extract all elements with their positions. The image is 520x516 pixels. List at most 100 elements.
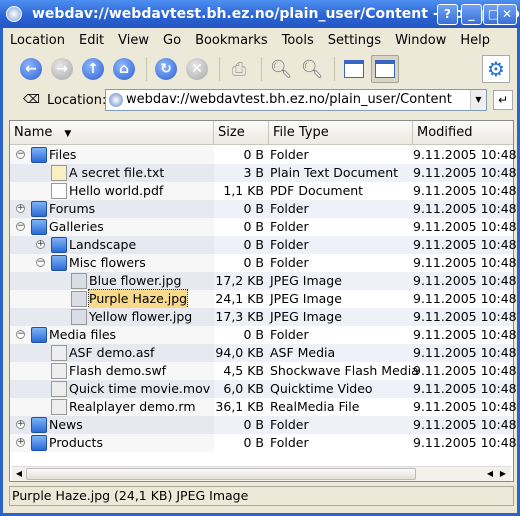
column-size[interactable]: Size xyxy=(214,121,269,144)
tree-view-button[interactable] xyxy=(371,55,399,83)
horizontal-scrollbar[interactable]: ◀ ◀ ▶ xyxy=(12,466,511,481)
file-name[interactable]: Files xyxy=(49,146,76,164)
location-value: webdav://webdavtest.bh.ez.no/plain_user/… xyxy=(126,92,452,107)
file-size: 24,1 KB xyxy=(215,291,264,306)
close-button[interactable]: ✕ xyxy=(497,4,517,25)
stop-button[interactable]: ✕ xyxy=(183,55,211,83)
sort-down-icon: ▼ xyxy=(64,129,72,139)
file-type: Folder xyxy=(270,237,309,252)
menu-bookmarks[interactable]: Bookmarks xyxy=(195,33,268,48)
home-button[interactable]: ⌂ xyxy=(110,55,138,83)
file-name[interactable]: A secret file.txt xyxy=(69,164,164,182)
clear-location-icon[interactable]: ⌫ xyxy=(23,92,40,106)
pdf-icon xyxy=(51,183,67,199)
forward-button[interactable]: → xyxy=(48,55,76,83)
menu-view[interactable]: View xyxy=(118,33,149,48)
go-button[interactable]: ↵ xyxy=(493,90,513,110)
file-type: JPEG Image xyxy=(270,309,342,324)
table-row[interactable]: + Products 0 B Folder 9.11.2005 10:48 xyxy=(10,434,517,452)
collapse-icon[interactable]: − xyxy=(36,258,45,267)
file-name[interactable]: Realplayer demo.rm xyxy=(69,398,196,416)
table-row[interactable]: − Misc flowers 0 B Folder 9.11.2005 10:48 xyxy=(10,254,517,272)
collapse-icon[interactable]: − xyxy=(16,150,25,159)
file-type: Quicktime Video xyxy=(270,381,373,396)
table-row[interactable]: − Files 0 B Folder 9.11.2005 10:48 xyxy=(10,146,517,164)
back-button[interactable]: ← xyxy=(17,55,45,83)
collapse-icon[interactable]: − xyxy=(16,330,25,339)
table-row[interactable]: + News 0 B Folder 9.11.2005 10:48 xyxy=(10,416,517,434)
file-name[interactable]: Quick time movie.mov xyxy=(69,380,210,398)
collapse-icon[interactable]: − xyxy=(16,222,25,231)
scrollbar-thumb[interactable] xyxy=(26,468,416,480)
minimize-button[interactable]: _ xyxy=(461,4,482,25)
table-row[interactable]: Hello world.pdf 1,1 KB PDF Document 9.11.20… xyxy=(10,182,517,200)
help-button[interactable]: ? xyxy=(437,4,458,25)
table-row[interactable]: Yellow flower.jpg 17,3 KB JPEG Image 9.11.2… xyxy=(10,308,517,326)
toolbar-separator xyxy=(334,57,335,81)
menu-help[interactable]: Help xyxy=(460,33,490,48)
file-name[interactable]: Landscape xyxy=(69,236,136,254)
zoom-in-button[interactable]: 🔍︎ xyxy=(267,55,295,83)
file-type: RealMedia File xyxy=(270,399,360,414)
location-dropdown-button[interactable]: ▼ xyxy=(470,90,486,110)
scroll-left-icon[interactable]: ◀ xyxy=(484,468,496,480)
menu-window[interactable]: Window xyxy=(395,33,446,48)
table-row[interactable]: Blue flower.jpg 17,2 KB JPEG Image 9.11.200… xyxy=(10,272,517,290)
file-size: 94,0 KB xyxy=(215,345,264,360)
file-name[interactable]: Blue flower.jpg xyxy=(89,272,181,290)
up-button[interactable]: ↑ xyxy=(79,55,107,83)
location-input[interactable]: webdav://webdavtest.bh.ez.no/plain_user/… xyxy=(105,89,487,111)
column-file-type[interactable]: File Type xyxy=(269,121,413,144)
title-bar: webdav://webdavtest.bh.ez.no/plain_user/… xyxy=(0,0,520,28)
table-row[interactable]: + Forums 0 B Folder 9.11.2005 10:48 xyxy=(10,200,517,218)
file-type: Folder xyxy=(270,435,309,450)
menu-go[interactable]: Go xyxy=(163,33,181,48)
expand-icon[interactable]: + xyxy=(16,420,25,429)
menu-location[interactable]: Location xyxy=(10,33,65,48)
file-name[interactable]: Products xyxy=(49,434,103,452)
file-type: Folder xyxy=(270,147,309,162)
column-name[interactable]: Name ▼ xyxy=(10,121,214,144)
file-type: Folder xyxy=(270,219,309,234)
file-modified: 9.11.2005 10:48 xyxy=(413,363,517,378)
table-row[interactable]: − Galleries 0 B Folder 9.11.2005 10:48 xyxy=(10,218,517,236)
file-name[interactable]: Galleries xyxy=(49,218,104,236)
file-name[interactable]: Purple Haze.jpg xyxy=(87,289,189,309)
scroll-left-icon[interactable]: ◀ xyxy=(13,468,25,480)
settings-button[interactable]: ⚙ xyxy=(482,55,510,83)
expand-icon[interactable]: + xyxy=(16,438,25,447)
table-row[interactable]: Purple Haze.jpg 24,1 KB JPEG Image 9.11.200… xyxy=(10,289,517,309)
table-row[interactable]: + Landscape 0 B Folder 9.11.2005 10:48 xyxy=(10,236,517,254)
file-name[interactable]: Hello world.pdf xyxy=(69,182,163,200)
table-row[interactable]: Quick time movie.mov 6,0 KB Quicktime Vide… xyxy=(10,380,517,398)
print-button[interactable]: ⎙ xyxy=(225,55,253,83)
scroll-right-icon[interactable]: ▶ xyxy=(497,468,509,480)
table-row[interactable]: Flash demo.swf 4,5 KB Shockwave Flash Medi… xyxy=(10,362,517,380)
column-modified[interactable]: Modified xyxy=(413,121,513,144)
column-header: Name ▼ Size File Type Modified xyxy=(10,121,513,145)
table-row[interactable]: Realplayer demo.rm 36,1 KB RealMedia File 9… xyxy=(10,398,517,416)
file-name[interactable]: Forums xyxy=(49,200,95,218)
file-modified: 9.11.2005 10:48 xyxy=(413,435,517,450)
expand-icon[interactable]: + xyxy=(36,240,45,249)
reload-button[interactable]: ↻ xyxy=(152,55,180,83)
file-name[interactable]: Yellow flower.jpg xyxy=(89,308,192,326)
file-name[interactable]: Media files xyxy=(49,326,116,344)
menu-settings[interactable]: Settings xyxy=(328,33,381,48)
file-name[interactable]: News xyxy=(49,416,83,434)
table-row[interactable]: ASF demo.asf 94,0 KB ASF Media 9.11.2005 10… xyxy=(10,344,517,362)
file-name[interactable]: Flash demo.swf xyxy=(69,362,166,380)
icon-view-button[interactable] xyxy=(340,55,368,83)
file-name[interactable]: Misc flowers xyxy=(69,254,146,272)
zoom-out-icon: 🔍︎ xyxy=(300,58,324,80)
menu-tools[interactable]: Tools xyxy=(282,33,314,48)
file-name[interactable]: ASF demo.asf xyxy=(69,344,154,362)
zoom-out-button[interactable]: 🔍︎ xyxy=(298,55,326,83)
expand-icon[interactable]: + xyxy=(16,204,25,213)
column-name-label: Name xyxy=(14,125,53,140)
file-modified: 9.11.2005 10:48 xyxy=(413,327,517,342)
table-row[interactable]: − Media files 0 B Folder 9.11.2005 10:48 xyxy=(10,326,517,344)
table-row[interactable]: A secret file.txt 3 B Plain Text Document 9… xyxy=(10,164,517,182)
menu-edit[interactable]: Edit xyxy=(79,33,104,48)
file-size: 0 B xyxy=(243,255,264,270)
